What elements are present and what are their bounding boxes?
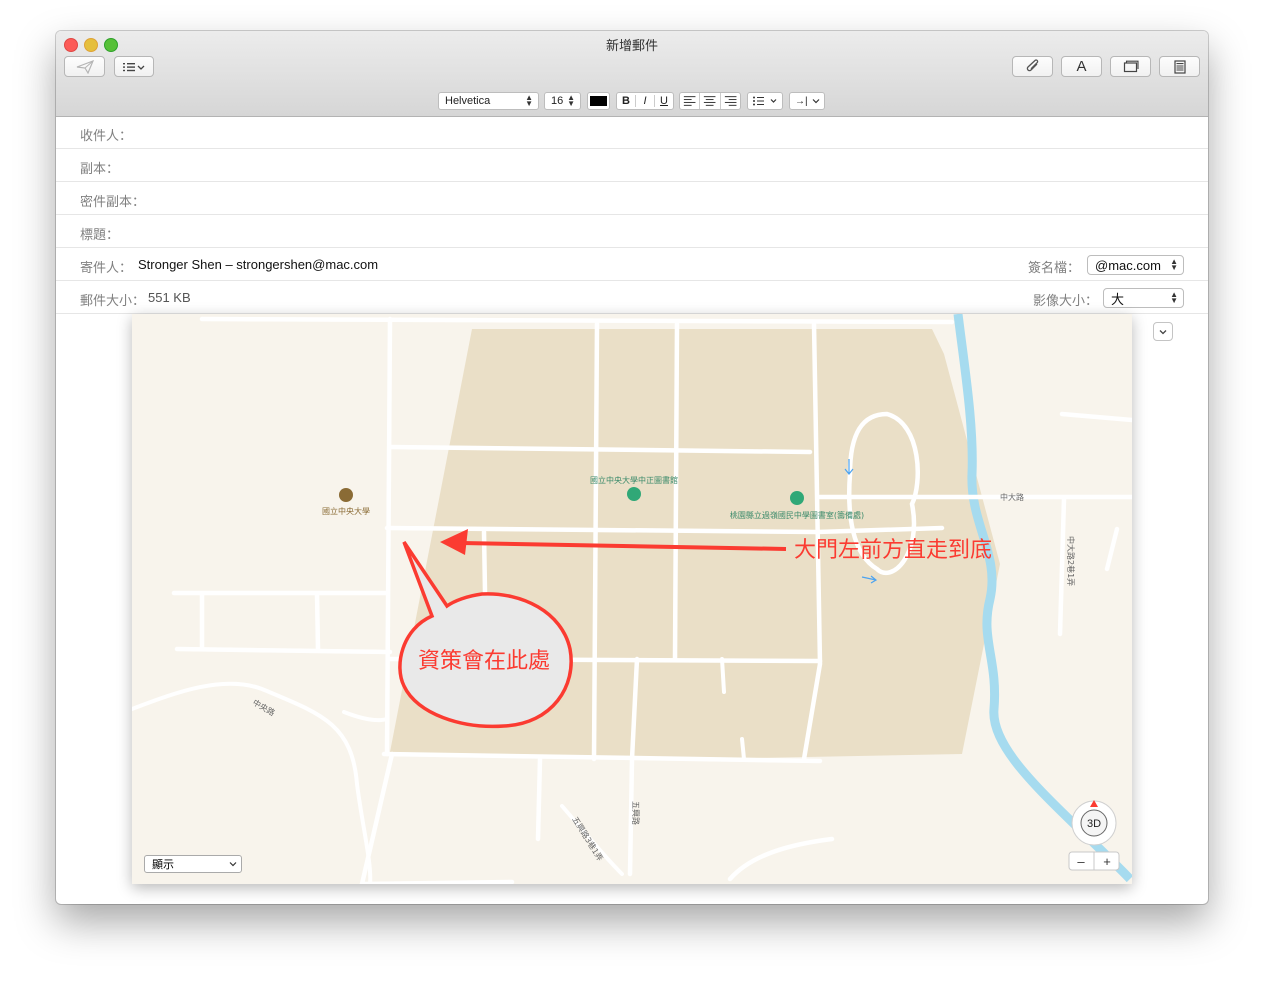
school-label: 桃園縣立過嶺國民中學圖書室(籌備處) [730,510,864,520]
updown-chevron-icon: ▲ ▼ [1170,257,1178,272]
chevron-down-icon [812,99,820,104]
bcc-field-row[interactable]: 密件副本： [56,182,1208,215]
map-display-value: 顯示 [152,859,174,871]
from-label: 寄件人： [80,260,133,275]
list-style-select[interactable] [747,92,783,110]
updown-chevron-icon: ▲ ▼ [525,93,533,108]
align-left-icon[interactable] [680,93,701,109]
zoom-out-button[interactable]: – [1077,854,1085,869]
zhongda-lane-label: 中大路2巷1弄 [1066,536,1076,586]
align-center-icon[interactable] [700,93,721,109]
fonts-button[interactable]: A [1061,56,1102,77]
paper-plane-icon [76,59,94,74]
from-field-row: 寄件人： Stronger Shen – strongershen@mac.co… [56,248,1208,281]
header-fields-menu-button[interactable] [114,56,154,77]
font-size-value: 16 [551,95,564,107]
send-button[interactable] [64,56,105,77]
wuxing-road-label: 五興路 [631,801,641,825]
signature-select[interactable]: @mac.com ▲ ▼ [1087,255,1184,275]
photo-browser-icon [1123,60,1139,73]
map-canvas: 國立中央大學中正圖書館 國立中央大學 桃園縣立過嶺國民中學圖書室(籌備處) 中大… [132,314,1132,884]
list-chevron-icon [123,62,145,71]
markup-options-button[interactable] [1153,322,1173,341]
paperclip-icon [1026,59,1038,72]
updown-chevron-icon: ▲ ▼ [1170,290,1178,305]
zhongda-road-label: 中大路 [1000,492,1024,502]
font-size-select[interactable]: 16 ▲ ▼ [544,92,581,110]
from-value[interactable]: Stronger Shen – strongershen@mac.com [138,257,378,272]
subject-field-row[interactable]: 標題： [56,215,1208,248]
message-size-row: 郵件大小： 551 KB 影像大小： 大 ▲ ▼ [56,281,1208,314]
chevron-down-icon [1159,329,1167,334]
map-zoom-controls: – + [1068,851,1120,871]
stationery-icon [1173,59,1186,74]
text-color-well[interactable] [587,92,610,110]
italic-button[interactable]: I [636,95,655,107]
underline-button[interactable]: U [655,95,673,107]
map-image-attachment[interactable]: 國立中央大學中正圖書館 國立中央大學 桃園縣立過嶺國民中學圖書室(籌備處) 中大… [132,314,1132,884]
library-poi-icon [627,487,641,501]
image-size-select[interactable]: 大 ▲ ▼ [1103,288,1184,308]
mail-compose-window: 新增郵件 A Helvetica ▲ ▼ 16 ▲ ▼ B I U →| 收件人… [56,31,1208,904]
signature-value: @mac.com [1095,257,1161,273]
cc-label: 副本： [80,161,120,176]
map-3d-label: 3D [1087,818,1101,830]
stationery-button[interactable] [1159,56,1200,77]
map-display-select[interactable]: 顯示 [144,855,242,873]
bold-button[interactable]: B [617,95,636,107]
map-3d-button[interactable]: 3D [1071,800,1117,846]
attach-file-button[interactable] [1012,56,1053,77]
alignment-buttons-group [679,92,741,110]
color-swatch [590,96,607,106]
school-poi-icon [790,491,804,505]
indent-select[interactable]: →| [789,92,825,110]
zoom-in-button[interactable]: + [1103,854,1111,869]
image-size-label: 影像大小： [1033,293,1099,308]
font-family-select[interactable]: Helvetica ▲ ▼ [438,92,539,110]
to-label: 收件人： [80,128,133,143]
indent-icon: →| [795,95,808,107]
font-family-value: Helvetica [445,95,491,107]
university-label: 國立中央大學 [322,506,370,516]
chevron-down-icon [229,862,237,867]
title-bar: 新增郵件 A Helvetica ▲ ▼ 16 ▲ ▼ B I U →| [56,31,1208,117]
updown-chevron-icon: ▲ ▼ [567,93,575,108]
bcc-label: 密件副本： [80,194,146,209]
style-buttons-group: B I U [616,92,674,110]
message-size-value: 551 KB [148,290,191,305]
annotation-bubble-text: 資策會在此處 [418,649,550,674]
cc-field-row[interactable]: 副本： [56,149,1208,182]
align-right-icon[interactable] [721,93,740,109]
photo-browser-button[interactable] [1110,56,1151,77]
image-size-value: 大 [1111,291,1125,307]
to-field-row[interactable]: 收件人： [56,116,1208,149]
bulleted-list-icon [753,96,777,106]
annotation-arrow-text: 大門左前方直走到底 [794,538,992,563]
library-label: 國立中央大學中正圖書館 [590,475,678,485]
format-bar: Helvetica ▲ ▼ 16 ▲ ▼ B I U →| [56,87,1208,116]
window-title: 新增郵件 [605,38,658,53]
signature-label: 簽名檔： [1028,260,1081,275]
message-size-label: 郵件大小： [80,293,146,308]
subject-label: 標題： [80,227,120,242]
university-poi-icon [339,488,353,502]
